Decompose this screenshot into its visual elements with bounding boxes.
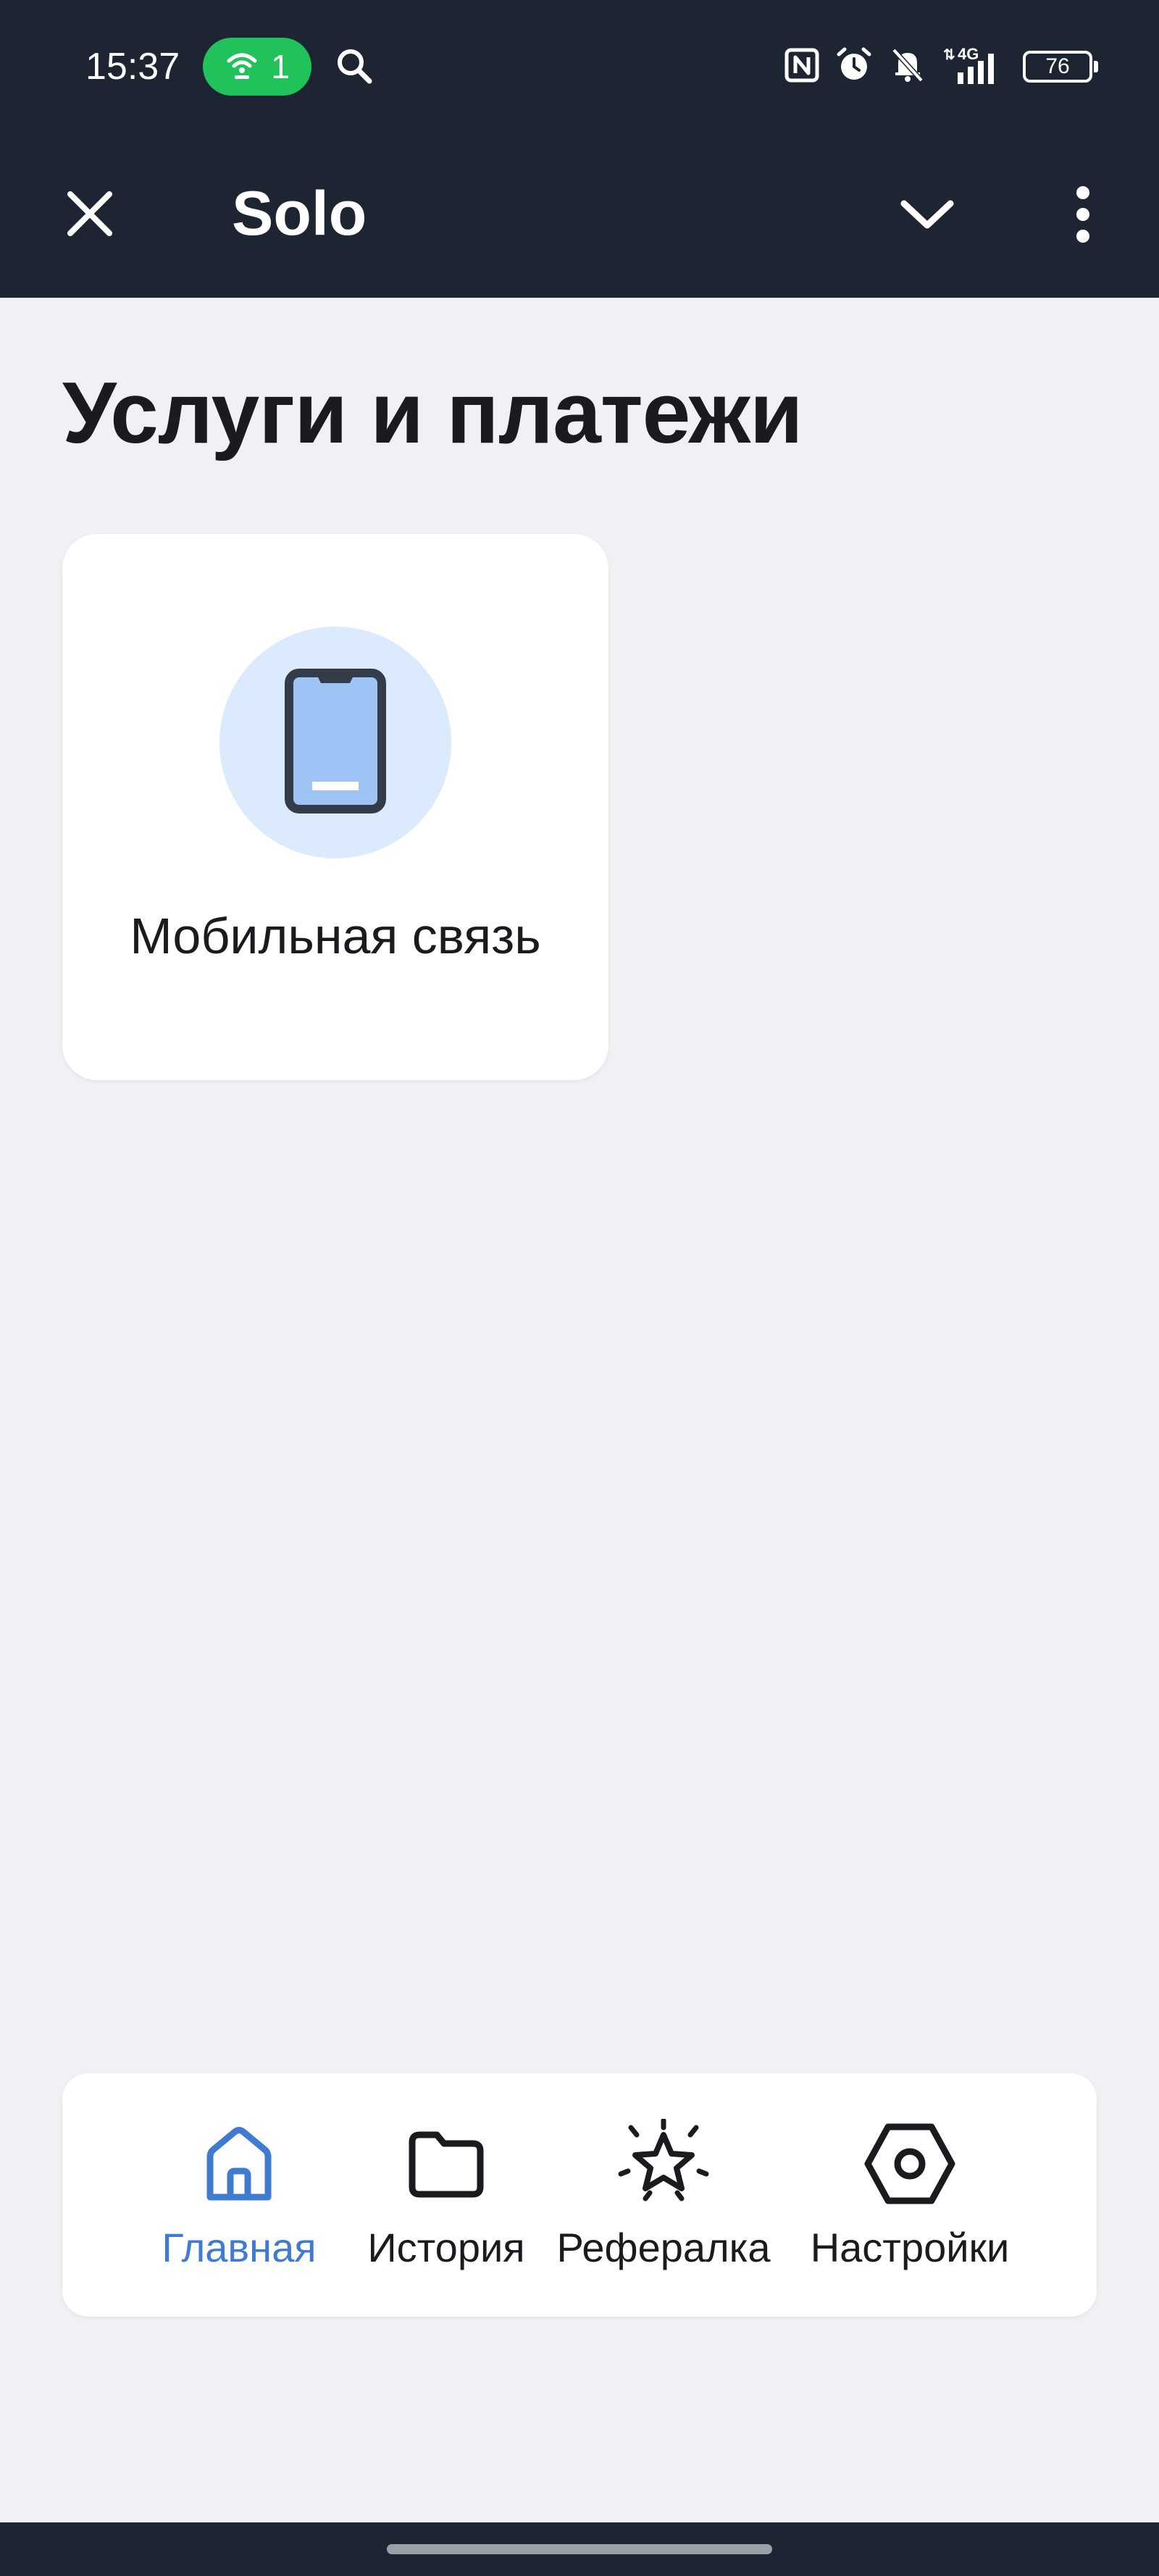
settings-hex-icon — [863, 2117, 957, 2211]
mobile-phone-icon — [285, 668, 386, 817]
search-icon[interactable] — [333, 45, 375, 91]
more-vertical-icon — [1072, 185, 1094, 247]
svg-text:⇅: ⇅ — [943, 47, 955, 63]
nav-item-home[interactable]: Главная — [130, 2117, 348, 2283]
battery-icon: 76 — [1023, 51, 1098, 83]
close-icon — [64, 188, 115, 243]
status-icons: ⇅ 4G 76 — [784, 43, 1098, 90]
nav-label-referral: Рефералка — [556, 2225, 771, 2270]
app-title: Solo — [232, 179, 367, 248]
service-card-mobile[interactable]: Мобильная связь — [62, 534, 608, 1080]
nav-item-settings[interactable]: Настройки — [787, 2117, 1033, 2283]
page-title: Услуги и платежи — [62, 364, 803, 461]
bell-muted-icon — [888, 46, 927, 88]
signal-4g-icon: ⇅ 4G — [942, 45, 1008, 89]
hotspot-indicator[interactable]: 1 — [203, 38, 311, 96]
more-options-button[interactable] — [1050, 183, 1116, 248]
home-icon — [192, 2117, 286, 2211]
folder-icon — [399, 2117, 493, 2211]
hotspot-icon — [225, 48, 259, 86]
nav-item-referral[interactable]: Рефералка — [533, 2117, 794, 2283]
close-button[interactable] — [58, 183, 122, 247]
app-bar: Solo — [0, 134, 1159, 298]
nav-label-settings: Настройки — [810, 2225, 1010, 2270]
nav-label-history: История — [367, 2225, 525, 2270]
chevron-down-icon — [898, 196, 956, 236]
nav-label-home: Главная — [162, 2225, 317, 2270]
network-type-label: 4G — [958, 45, 979, 63]
bottom-navigation: Главная История Рефералка Настройки — [62, 2073, 1097, 2317]
status-bar: 15:37 1 ⇅ 4G 76 — [0, 0, 1159, 134]
nav-item-history[interactable]: История — [338, 2117, 555, 2283]
service-label: Мобильная связь — [130, 908, 541, 964]
nfc-icon — [784, 47, 820, 87]
gesture-handle[interactable] — [387, 2544, 772, 2554]
alarm-icon — [834, 46, 874, 88]
service-icon-background — [219, 627, 451, 858]
collapse-button[interactable] — [895, 183, 960, 248]
system-navigation-bar — [0, 2522, 1159, 2576]
battery-level: 76 — [1045, 54, 1070, 78]
sparkle-star-icon — [616, 2117, 711, 2211]
status-time: 15:37 — [85, 46, 180, 88]
hotspot-count: 1 — [271, 48, 290, 85]
